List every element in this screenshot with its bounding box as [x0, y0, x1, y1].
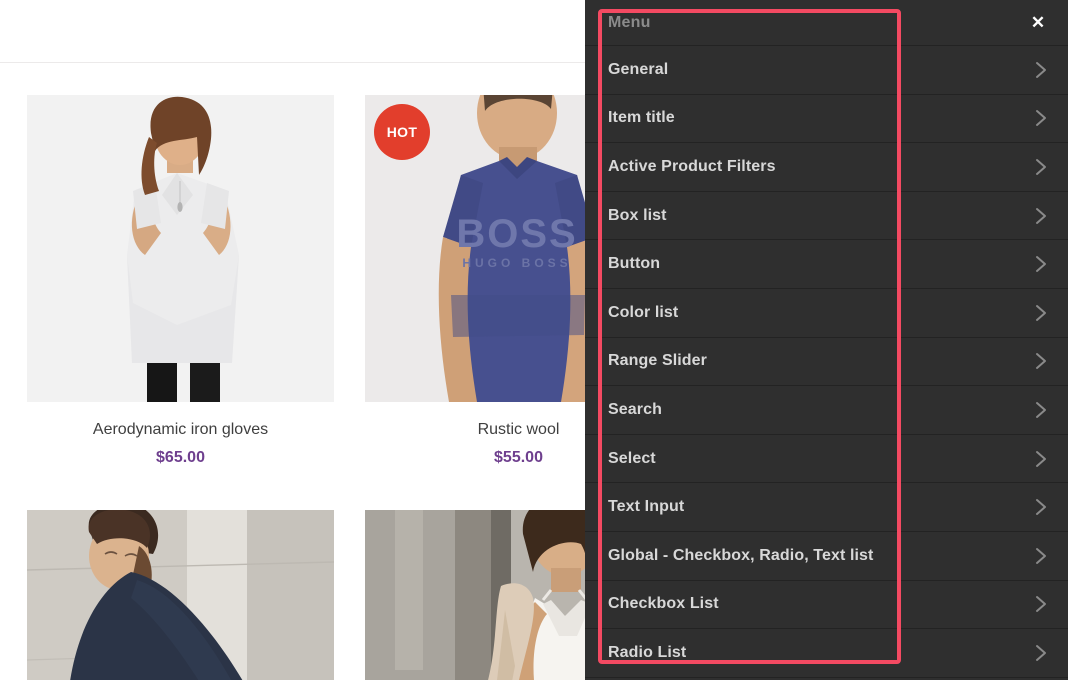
chevron-right-icon	[1034, 60, 1048, 80]
menu-item-radio-list[interactable]: Radio List	[585, 629, 1068, 678]
product-image-woman-navy-coat[interactable]	[27, 510, 334, 680]
product-title: Aerodynamic iron gloves	[92, 421, 269, 438]
product-image-woman-white-tunic[interactable]	[27, 95, 334, 402]
chevron-right-icon	[1034, 449, 1048, 469]
chevron-right-icon	[1034, 303, 1048, 323]
menu-item-text-input[interactable]: Text Input	[585, 483, 1068, 532]
chevron-right-icon	[1034, 594, 1048, 614]
chevron-right-icon	[1034, 497, 1048, 517]
app-root: Aerodynamic iron gloves $65.00 BOSS HUGO…	[0, 0, 1068, 680]
svg-text:BOSS: BOSS	[456, 212, 577, 256]
menu-item-label: Item title	[608, 109, 675, 127]
menu-side-panel: Menu ✕ General Item title Active Product…	[585, 0, 1068, 680]
menu-item-label: Box list	[608, 206, 667, 224]
chevron-right-icon	[1034, 400, 1048, 420]
menu-item-label: Active Product Filters	[608, 157, 776, 175]
menu-item-global-checkbox-radio-text-list[interactable]: Global - Checkbox, Radio, Text list	[585, 532, 1068, 581]
chevron-right-icon	[1034, 157, 1048, 177]
chevron-right-icon	[1034, 643, 1048, 663]
chevron-right-icon	[1034, 108, 1048, 128]
hot-badge: HOT	[374, 104, 430, 160]
menu-item-label: Search	[608, 400, 662, 418]
chevron-right-icon	[1034, 546, 1048, 566]
menu-item-active-product-filters[interactable]: Active Product Filters	[585, 143, 1068, 192]
menu-item-label: Color list	[608, 303, 679, 321]
product-price: $65.00	[156, 449, 205, 467]
menu-item-color-list[interactable]: Color list	[585, 289, 1068, 338]
menu-item-label: Text Input	[608, 498, 685, 516]
menu-item-label: Select	[608, 449, 656, 467]
menu-item-select[interactable]: Select	[585, 435, 1068, 484]
menu-item-search[interactable]: Search	[585, 386, 1068, 435]
menu-item-label: General	[608, 60, 669, 78]
menu-item-label: Button	[608, 255, 661, 273]
chevron-right-icon	[1034, 206, 1048, 226]
menu-item-general[interactable]: General	[585, 46, 1068, 95]
product-card[interactable]: Aerodynamic iron gloves $65.00	[27, 95, 334, 467]
panel-header: Menu ✕	[585, 0, 1068, 46]
menu-item-label: Checkbox List	[608, 595, 719, 613]
menu-item-item-title[interactable]: Item title	[585, 95, 1068, 144]
menu-list: General Item title Active Product Filter…	[585, 46, 1068, 678]
grid-row-gap	[27, 467, 334, 510]
menu-item-range-slider[interactable]: Range Slider	[585, 338, 1068, 387]
panel-title: Menu	[608, 13, 651, 31]
menu-item-button[interactable]: Button	[585, 240, 1068, 289]
product-card[interactable]	[27, 510, 334, 680]
menu-item-label: Radio List	[608, 643, 687, 661]
chevron-right-icon	[1034, 351, 1048, 371]
chevron-right-icon	[1034, 254, 1048, 274]
menu-item-label: Range Slider	[608, 352, 708, 370]
menu-item-box-list[interactable]: Box list	[585, 192, 1068, 241]
svg-text:HUGO BOSS: HUGO BOSS	[462, 256, 571, 270]
menu-item-checkbox-list[interactable]: Checkbox List	[585, 581, 1068, 630]
close-icon[interactable]: ✕	[1025, 10, 1051, 36]
menu-item-label: Global - Checkbox, Radio, Text list	[608, 546, 874, 564]
